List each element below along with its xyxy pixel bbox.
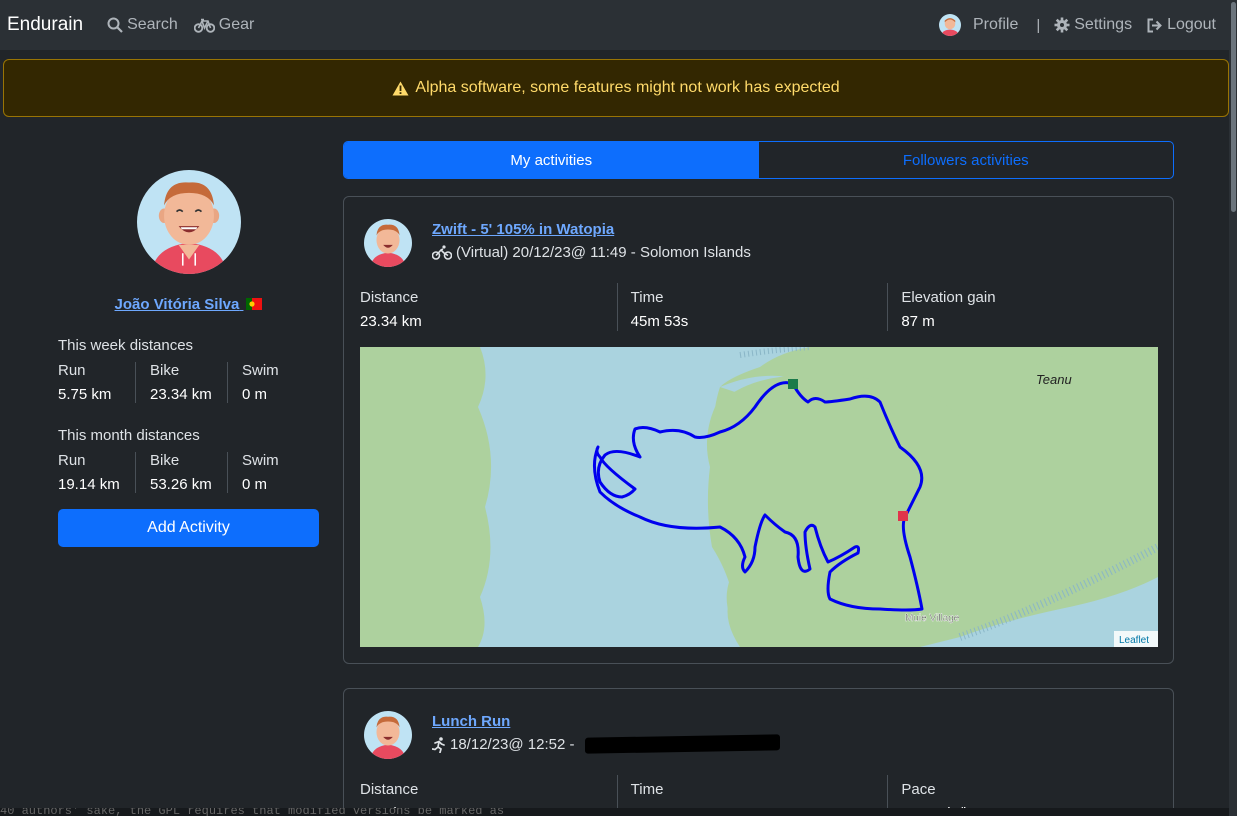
activity-card: Zwift - 5' 105% in Watopia (Virtual) 20/… <box>343 196 1174 664</box>
week-distances-title: This week distances <box>58 337 194 354</box>
month-run-value: 19.14 km <box>58 476 120 493</box>
activity-map[interactable]: Teanu Muie Village Leaflet <box>360 347 1158 647</box>
user-name-link[interactable]: João Vitória Silva <box>58 296 319 313</box>
nav-settings-label: Settings <box>1074 16 1133 33</box>
swim-label: Swim <box>242 452 279 469</box>
profile-avatar[interactable] <box>938 14 961 36</box>
stat-value: 87 m <box>901 313 935 330</box>
stat-label: Time <box>630 289 664 306</box>
warning-triangle-icon <box>392 81 409 95</box>
gear-icon <box>1054 17 1070 33</box>
add-activity-button[interactable]: Add Activity <box>58 509 319 547</box>
tab-followers-activities[interactable]: Followers activities <box>759 142 1174 178</box>
week-run: Run 5.75 km <box>58 362 136 403</box>
activity-subtitle: (Virtual) 20/12/23@ 11:49 - Solomon Isla… <box>432 244 751 261</box>
search-icon <box>107 17 123 33</box>
alpha-warning-alert: Alpha software, some features might not … <box>3 59 1229 117</box>
stat-label: Distance <box>360 289 419 306</box>
nav-separator: | <box>1036 16 1041 34</box>
profile-sidebar: João Vitória Silva This week distances R… <box>58 170 319 547</box>
run-label: Run <box>58 452 86 469</box>
activity-subtitle: 18/12/23@ 12:52 - <box>432 736 574 753</box>
activity-tabs: My activities Followers activities <box>343 141 1174 179</box>
map-attribution-link[interactable]: Leaflet <box>1119 635 1149 646</box>
map-label-muie-village: Muie Village <box>905 613 960 624</box>
bike-label: Bike <box>150 452 180 469</box>
background-terminal-text: 40 authors' sake, the GPL requires that … <box>0 808 1237 816</box>
scrollbar-thumb[interactable] <box>1231 2 1236 212</box>
stat-time: Time 45m 53s <box>618 283 889 331</box>
week-swim: Swim 0 m <box>228 362 319 403</box>
run-icon <box>432 736 445 753</box>
stat-label: Time <box>630 781 664 798</box>
week-bike: Bike 23.34 km <box>136 362 228 403</box>
bike-icon <box>432 245 452 260</box>
stat-elevation: Elevation gain 87 m <box>888 283 1158 331</box>
week-swim-value: 0 m <box>242 386 268 403</box>
portugal-flag-icon <box>246 298 263 310</box>
activity-header: Zwift - 5' 105% in Watopia (Virtual) 20/… <box>364 219 751 267</box>
month-distances-title: This month distances <box>58 427 200 444</box>
nav-gear[interactable]: Gear <box>193 16 255 34</box>
nav-search[interactable]: Search <box>107 16 178 34</box>
map-label-teanu: Teanu <box>1036 372 1072 387</box>
stat-value: 23.34 km <box>360 313 422 330</box>
month-distances: Run 19.14 km Bike 53.26 km Swim 0 m <box>58 452 319 493</box>
swim-label: Swim <box>242 362 279 379</box>
bike-label: Bike <box>150 362 180 379</box>
nav-profile[interactable]: Profile <box>973 16 1018 34</box>
activity-title-link[interactable]: Lunch Run <box>432 713 574 730</box>
nav-logout[interactable]: Logout <box>1146 16 1216 34</box>
stat-label: Pace <box>901 781 936 798</box>
bicycle-icon <box>193 18 215 33</box>
alert-text: Alpha software, some features might not … <box>415 79 840 96</box>
logout-icon <box>1147 18 1162 32</box>
page-scrollbar[interactable] <box>1229 0 1237 816</box>
week-distances: Run 5.75 km Bike 23.34 km Swim 0 m <box>58 362 319 403</box>
nav-settings[interactable]: Settings <box>1054 16 1132 34</box>
month-swim: Swim 0 m <box>228 452 319 493</box>
stat-distance: Distance 23.34 km <box>360 283 618 331</box>
week-bike-value: 23.34 km <box>150 386 212 403</box>
month-bike: Bike 53.26 km <box>136 452 228 493</box>
month-bike-value: 53.26 km <box>150 476 212 493</box>
nav-gear-label: Gear <box>218 16 255 33</box>
activity-header: Lunch Run 18/12/23@ 12:52 - <box>364 711 574 759</box>
user-avatar <box>136 170 241 274</box>
activity-title-link[interactable]: Zwift - 5' 105% in Watopia <box>432 221 751 238</box>
activity-subtitle-text: 18/12/23@ 12:52 - <box>450 736 575 753</box>
stat-label: Elevation gain <box>901 289 996 306</box>
nav-logout-label: Logout <box>1167 16 1216 33</box>
week-run-value: 5.75 km <box>58 386 112 403</box>
activity-stats: Distance 23.34 km Time 45m 53s Elevation… <box>360 283 1158 331</box>
stat-label: Distance <box>360 781 419 798</box>
activity-subtitle-text: (Virtual) 20/12/23@ 11:49 - Solomon Isla… <box>456 244 751 261</box>
brand-logo[interactable]: Endurain <box>7 14 83 36</box>
navbar: Endurain Search Gear Profile | Settings … <box>0 0 1230 50</box>
user-name: João Vitória Silva <box>114 296 240 313</box>
stat-value: 45m 53s <box>630 313 689 330</box>
nav-search-label: Search <box>127 16 178 33</box>
activity-user-avatar <box>364 219 412 267</box>
month-run: Run 19.14 km <box>58 452 136 493</box>
month-swim-value: 0 m <box>242 476 268 493</box>
redacted-location <box>585 734 780 754</box>
tab-my-activities[interactable]: My activities <box>344 142 759 178</box>
activity-user-avatar <box>364 711 412 759</box>
activity-card: Lunch Run 18/12/23@ 12:52 - Distance 5.7… <box>343 688 1174 816</box>
run-label: Run <box>58 362 86 379</box>
